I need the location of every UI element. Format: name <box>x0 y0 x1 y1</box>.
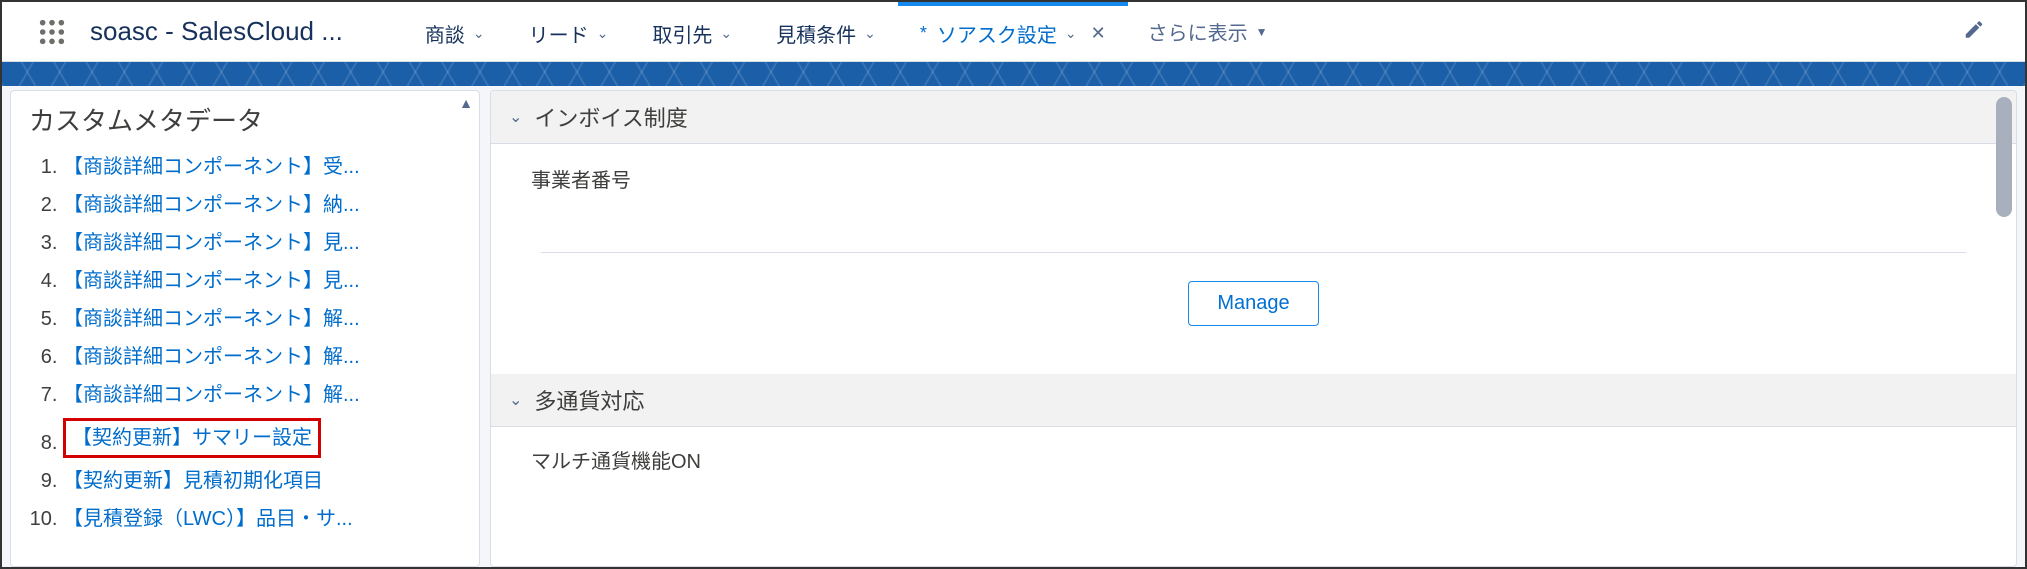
tab-accounts[interactable]: 取引先 ⌄ <box>630 2 754 61</box>
chevron-down-icon[interactable]: ⌄ <box>597 25 609 42</box>
chevron-down-icon: ⌄ <box>509 107 522 127</box>
content-panel: ⌄ インボイス制度 事業者番号 Manage ⌄ 多通貨対応 マルチ通貨機能ON <box>490 90 2017 567</box>
list-item: 【契約更新】サマリー設定 <box>63 414 471 462</box>
sidebar-link[interactable]: 【商談詳細コンポーネント】解... <box>63 380 360 410</box>
main-area: ▲ カスタムメタデータ 【商談詳細コンポーネント】受...【商談詳細コンポーネン… <box>2 86 2025 567</box>
more-tabs[interactable]: さらに表示 ▼ <box>1128 2 1288 61</box>
list-item: 【商談詳細コンポーネント】受... <box>63 148 471 186</box>
field-input-business-number[interactable] <box>541 201 1966 253</box>
sidebar-list: 【商談詳細コンポーネント】受... 【商談詳細コンポーネント】納... 【商談詳細コ… <box>29 148 471 538</box>
list-item: 【見積登録（LWC）】品目・サ... <box>63 500 471 538</box>
tab-opportunities[interactable]: 商談 ⌄ <box>403 2 507 61</box>
sidebar-link[interactable]: 【商談詳細コンポーネント】解... <box>63 342 360 372</box>
list-item: 【商談詳細コンポーネント】見... <box>63 262 471 300</box>
sidebar-link[interactable]: 【見積登録（LWC）】品目・サ... <box>63 504 353 534</box>
scrollbar[interactable] <box>1996 97 2012 560</box>
manage-button[interactable]: Manage <box>1188 281 1318 326</box>
tab-leads[interactable]: リード ⌄ <box>507 2 631 61</box>
sidebar-link[interactable]: 【商談詳細コンポーネント】解... <box>63 304 360 334</box>
list-item: 【商談詳細コンポーネント】納... <box>63 186 471 224</box>
more-label: さらに表示 <box>1148 17 1248 46</box>
sidebar-link[interactable]: 【商談詳細コンポーネント】受... <box>63 152 360 182</box>
scrollbar-thumb[interactable] <box>1996 97 2012 217</box>
sidebar-title: カスタムメタデータ <box>29 101 471 138</box>
app-launcher-icon[interactable] <box>32 12 72 52</box>
nav-tabs: 商談 ⌄ リード ⌄ 取引先 ⌄ 見積条件 ⌄ * ソアスク設定 ⌄ ✕ さらに… <box>403 2 1288 61</box>
waffle-icon <box>38 18 66 46</box>
tab-label: 見積条件 <box>776 19 856 48</box>
section-multicurrency-body: マルチ通貨機能ON <box>491 427 2016 490</box>
close-icon[interactable]: ✕ <box>1091 23 1106 44</box>
tab-label: ソアスク設定 <box>937 19 1057 48</box>
field-label-business-number: 事業者番号 <box>531 164 1976 193</box>
sidebar-link[interactable]: 【商談詳細コンポーネント】見... <box>63 228 360 258</box>
section-invoice-header[interactable]: ⌄ インボイス制度 <box>491 91 2016 144</box>
list-item: 【商談詳細コンポーネント】解... <box>63 300 471 338</box>
triangle-down-icon: ▼ <box>1256 25 1268 39</box>
tab-label: リード <box>529 19 589 48</box>
list-item: 【商談詳細コンポーネント】見... <box>63 224 471 262</box>
tab-label: 取引先 <box>652 19 712 48</box>
tab-quote-conditions[interactable]: 見積条件 ⌄ <box>754 2 898 61</box>
sidebar-link[interactable]: 【商談詳細コンポーネント】見... <box>63 266 360 296</box>
tab-soasc-settings[interactable]: * ソアスク設定 ⌄ ✕ <box>898 2 1128 61</box>
sidebar-link[interactable]: 【契約更新】見積初期化項目 <box>63 466 323 496</box>
section-title: インボイス制度 <box>534 101 687 133</box>
chevron-down-icon[interactable]: ⌄ <box>720 25 732 42</box>
sidebar-link[interactable]: 【商談詳細コンポーネント】納... <box>63 190 360 220</box>
sidebar-custom-metadata: ▲ カスタムメタデータ 【商談詳細コンポーネント】受...【商談詳細コンポーネン… <box>10 90 480 567</box>
list-item: 【商談詳細コンポーネント】解... <box>63 338 471 376</box>
sidebar-link[interactable]: 【契約更新】サマリー設定 <box>63 418 321 458</box>
chevron-down-icon[interactable]: ⌄ <box>1065 25 1077 42</box>
edit-pencil-icon[interactable] <box>1963 18 1985 45</box>
unsaved-marker: * <box>920 23 927 44</box>
chevron-down-icon: ⌄ <box>509 390 522 410</box>
list-item: 【商談詳細コンポーネント】解... <box>63 376 471 414</box>
top-navigation: soasc - SalesCloud ... 商談 ⌄ リード ⌄ 取引先 ⌄ … <box>2 2 2025 62</box>
tab-label: 商談 <box>425 19 465 48</box>
chevron-down-icon[interactable]: ⌄ <box>473 25 485 42</box>
section-invoice-body: 事業者番号 Manage <box>491 144 2016 374</box>
scroll-up-icon[interactable]: ▲ <box>459 95 473 111</box>
chevron-down-icon[interactable]: ⌄ <box>864 25 876 42</box>
pattern-bar <box>2 62 2025 86</box>
app-title[interactable]: soasc - SalesCloud ... <box>90 16 343 47</box>
list-item: 【契約更新】見積初期化項目 <box>63 462 471 500</box>
section-title: 多通貨対応 <box>534 384 644 416</box>
field-label-multicurrency-on: マルチ通貨機能ON <box>531 445 1976 474</box>
section-multicurrency-header[interactable]: ⌄ 多通貨対応 <box>491 374 2016 427</box>
